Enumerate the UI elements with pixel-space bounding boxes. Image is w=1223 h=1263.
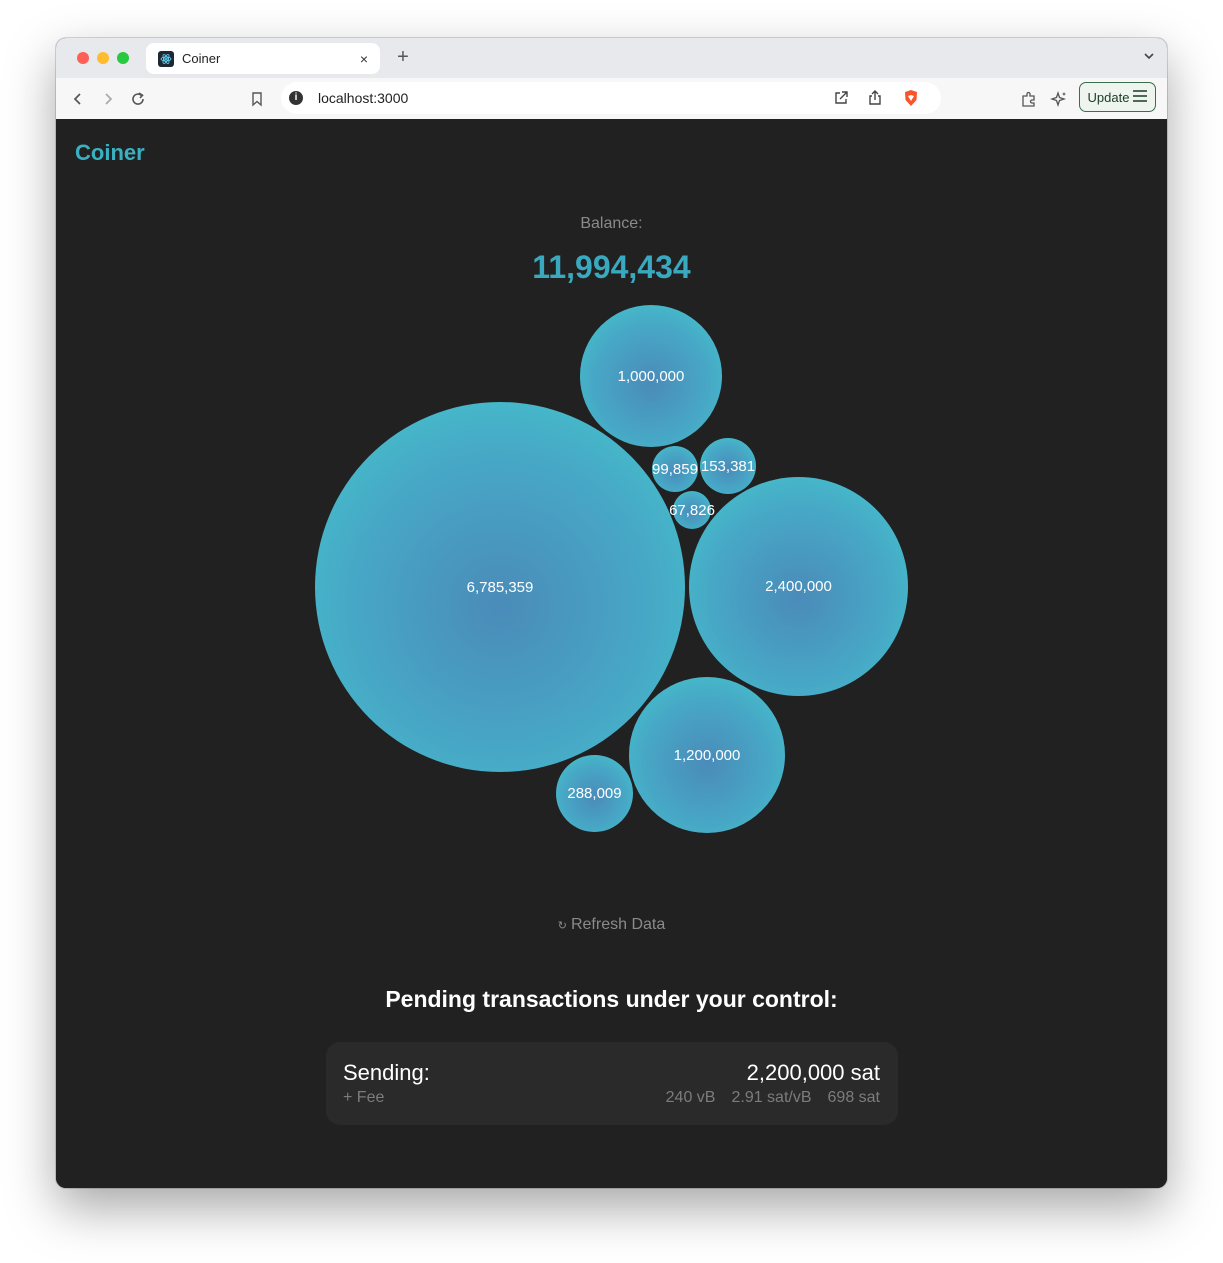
share-icon[interactable]: [866, 89, 884, 107]
address-bar[interactable]: i localhost:3000: [281, 82, 941, 114]
utxo-amount: 99,859: [652, 460, 698, 478]
transaction-direction: Sending:: [343, 1060, 430, 1085]
close-tab-icon[interactable]: ×: [354, 51, 374, 67]
browser-window: Coiner × + i localhost:3000 Update Coine…: [56, 38, 1167, 1188]
utxo-bubble[interactable]: 99,859: [652, 446, 698, 492]
site-info-icon[interactable]: i: [289, 91, 303, 105]
fee-rate: 2.91 sat/vB: [731, 1089, 812, 1106]
minimize-window-button[interactable]: [97, 52, 109, 64]
fee-label: + Fee: [343, 1089, 385, 1106]
back-icon[interactable]: [66, 87, 90, 111]
app-content: Coiner Balance: 11,994,434 1,000,000 99,…: [56, 119, 1167, 1188]
tab-title: Coiner: [182, 51, 221, 66]
extensions-icon[interactable]: [1017, 87, 1041, 111]
update-button[interactable]: Update: [1079, 82, 1156, 112]
utxo-bubble[interactable]: 288,009: [556, 755, 633, 832]
balance-label: Balance:: [580, 215, 643, 232]
forward-icon[interactable]: [96, 87, 120, 111]
utxo-amount: 153,381: [700, 457, 756, 475]
reload-icon[interactable]: [126, 87, 150, 111]
chevron-down-icon[interactable]: [1141, 48, 1157, 64]
utxo-amount: 2,400,000: [765, 578, 832, 595]
utxo-amount: 67,826: [669, 501, 715, 519]
balance-value: 11,994,434: [532, 249, 691, 285]
browser-toolbar: i localhost:3000 Update: [56, 78, 1167, 120]
utxo-bubble[interactable]: 2,400,000: [689, 477, 908, 696]
utxo-amount: 1,200,000: [673, 746, 741, 764]
open-external-icon[interactable]: [832, 89, 850, 107]
utxo-amount: 1,000,000: [617, 367, 685, 385]
refresh-icon: ↻: [557, 920, 567, 932]
pending-transaction-card[interactable]: Sending: + Fee 2,200,000 sat 240 vB 2.91…: [326, 1042, 898, 1125]
utxo-bubble[interactable]: 67,826: [669, 491, 715, 529]
utxo-amount: 6,785,359: [466, 578, 534, 596]
utxo-bubble[interactable]: 6,785,359: [315, 402, 685, 772]
refresh-label: Refresh Data: [570, 916, 666, 933]
tab-coiner[interactable]: Coiner ×: [146, 43, 380, 74]
refresh-data-button[interactable]: ↻ Refresh Data: [56, 916, 1167, 934]
fee-amount: 698 sat: [827, 1089, 880, 1106]
pending-transactions-heading: Pending transactions under your control:: [385, 986, 838, 1012]
brave-shields-icon[interactable]: [902, 89, 920, 107]
utxo-bubble[interactable]: 1,200,000: [629, 677, 785, 833]
new-tab-button[interactable]: +: [393, 46, 413, 68]
tab-bar: Coiner × +: [56, 38, 1167, 78]
maximize-window-button[interactable]: [117, 52, 129, 64]
fee-stats: 240 vB 2.91 sat/vB 698 sat: [666, 1089, 880, 1107]
leo-ai-icon[interactable]: [1047, 87, 1071, 111]
utxo-bubble[interactable]: 153,381: [700, 438, 756, 494]
transaction-amount: 2,200,000 sat: [746, 1060, 880, 1085]
update-label: Update: [1087, 89, 1130, 105]
transaction-vsize: 240 vB: [665, 1089, 716, 1106]
close-window-button[interactable]: [77, 52, 89, 64]
react-favicon-icon: [158, 50, 174, 67]
bookmark-icon[interactable]: [245, 87, 269, 111]
menu-icon: [1133, 89, 1148, 105]
utxo-amount: 288,009: [567, 785, 622, 802]
url-text[interactable]: localhost:3000: [318, 90, 408, 106]
window-controls: [77, 52, 129, 64]
utxo-bubble[interactable]: 1,000,000: [580, 305, 722, 447]
app-logo[interactable]: Coiner: [75, 140, 145, 166]
